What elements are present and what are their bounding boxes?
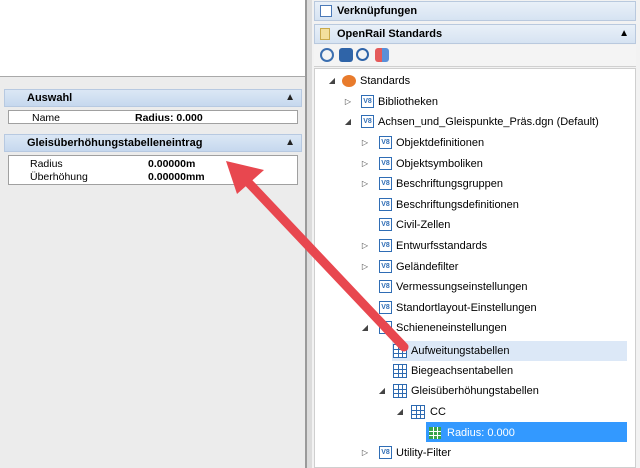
gleis-title: Gleisüberhöhungstabelleneintrag — [27, 137, 203, 149]
collapse-icon[interactable]: ▲ — [285, 135, 295, 151]
tree-item-label: Beschriftungsgruppen — [396, 178, 504, 190]
tree-item-label: CC — [430, 406, 446, 418]
expander-icon[interactable]: ▷ — [360, 237, 370, 255]
collapse-icon[interactable]: ▲ — [619, 25, 629, 43]
view-area — [0, 0, 307, 76]
tree-item-label: Standards — [360, 75, 411, 87]
zoom-icon[interactable] — [356, 48, 369, 61]
expander-icon[interactable]: ◢ — [377, 382, 387, 400]
grid-small-icon[interactable] — [375, 48, 389, 62]
table-icon — [411, 405, 425, 419]
property-value: 0.00000mm — [148, 171, 205, 183]
standards-icon — [342, 75, 356, 87]
auswahl-title: Auswahl — [27, 92, 73, 104]
standard-icon: V8 — [379, 157, 392, 170]
table-icon — [393, 344, 407, 358]
openrail-title: OpenRail Standards — [337, 28, 443, 40]
table-icon — [393, 364, 407, 378]
standard-icon: V8 — [379, 280, 392, 293]
expander-icon[interactable]: ▷ — [360, 134, 370, 152]
tree-item-label: Biegeachsentabellen — [411, 365, 514, 377]
expander-icon[interactable]: ▷ — [360, 175, 370, 193]
tree-item-label: Schieneneinstellungen — [396, 322, 507, 334]
expander-icon[interactable]: ◢ — [327, 72, 337, 90]
openrail-header[interactable]: OpenRail Standards ▲ — [314, 24, 636, 44]
library-icon[interactable] — [339, 48, 353, 62]
tree-item-label: Standortlayout-Einstellungen — [396, 302, 537, 314]
refresh-icon[interactable] — [320, 48, 334, 62]
standard-icon: V8 — [379, 260, 392, 273]
tree-item-label: Objektdefinitionen — [396, 137, 485, 149]
expander-icon[interactable]: ▷ — [343, 93, 353, 111]
standard-icon: V8 — [361, 115, 374, 128]
property-key: Name — [32, 112, 61, 124]
property-row[interactable]: Radius 0.00000m — [9, 158, 297, 170]
standard-icon: V8 — [379, 136, 392, 149]
standards-tree: ◢ Standards ▷ V8 Bibliotheken ◢ V8 Achse… — [314, 68, 636, 468]
auswahl-properties: Name Radius: 0.000 — [8, 110, 298, 124]
tree-item-label: Radius: 0.000 — [447, 427, 515, 439]
tree-item-label: Gleisüberhöhungstabellen — [411, 385, 539, 397]
standard-icon: V8 — [379, 321, 392, 334]
verknuepfungen-title: Verknüpfungen — [337, 5, 418, 17]
expander-icon[interactable]: ◢ — [395, 403, 405, 421]
standard-icon: V8 — [379, 301, 392, 314]
property-row[interactable]: Name Radius: 0.000 — [9, 112, 297, 124]
links-icon — [320, 5, 332, 17]
expander-icon[interactable]: ▷ — [360, 155, 370, 173]
collapse-icon[interactable]: ▲ — [285, 90, 295, 106]
divider — [0, 76, 307, 77]
expander-icon[interactable]: ▷ — [360, 444, 370, 462]
toolbar — [314, 45, 636, 67]
tree-item-label: Aufweitungstabellen — [411, 345, 510, 357]
tree-item-label: Entwurfsstandards — [396, 240, 488, 252]
tree-item-label: Achsen_und_Gleispunkte_Präs.dgn (Default… — [378, 116, 599, 128]
expander-icon[interactable]: ▷ — [360, 258, 370, 276]
property-key: Überhöhung — [30, 171, 88, 183]
property-key: Radius — [30, 158, 63, 170]
table-entry-icon — [429, 427, 441, 439]
gleis-properties: Radius 0.00000m Überhöhung 0.00000mm — [8, 155, 298, 185]
tree-item-label: Geländefilter — [396, 261, 459, 273]
standard-icon: V8 — [379, 218, 392, 231]
standard-icon: V8 — [361, 95, 374, 108]
standard-icon: V8 — [379, 177, 392, 190]
auswahl-header[interactable]: Auswahl ▲ — [4, 89, 302, 107]
tree-item-label: Bibliotheken — [378, 96, 438, 108]
tree-item-label: Utility-Filter — [396, 447, 451, 459]
gleis-header[interactable]: Gleisüberhöhungstabelleneintrag ▲ — [4, 134, 302, 152]
property-value: 0.00000m — [148, 158, 196, 170]
expander-icon[interactable]: ◢ — [360, 319, 370, 337]
standard-icon: V8 — [379, 446, 392, 459]
tree-item-label: Objektsymboliken — [396, 158, 483, 170]
standard-icon: V8 — [379, 239, 392, 252]
property-value: Radius: 0.000 — [135, 112, 203, 124]
tree-item-label: Vermessungseinstellungen — [396, 281, 528, 293]
standard-icon: V8 — [379, 198, 392, 211]
cylinder-icon — [320, 28, 330, 40]
tree-item-label: Beschriftungsdefinitionen — [396, 199, 519, 211]
property-row[interactable]: Überhöhung 0.00000mm — [9, 171, 297, 183]
expander-icon[interactable]: ◢ — [343, 113, 353, 131]
verknuepfungen-header[interactable]: Verknüpfungen — [314, 1, 636, 21]
tree-item-label: Civil-Zellen — [396, 219, 451, 231]
table-icon — [393, 384, 407, 398]
